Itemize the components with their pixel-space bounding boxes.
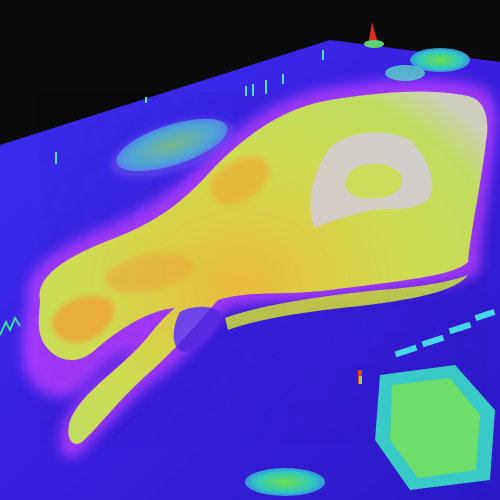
peak-base bbox=[364, 40, 384, 48]
mound-top-right-2 bbox=[385, 65, 425, 81]
spike-green bbox=[359, 376, 362, 384]
mound-bottom bbox=[245, 468, 325, 496]
terrain-heightmap-render bbox=[0, 0, 500, 500]
